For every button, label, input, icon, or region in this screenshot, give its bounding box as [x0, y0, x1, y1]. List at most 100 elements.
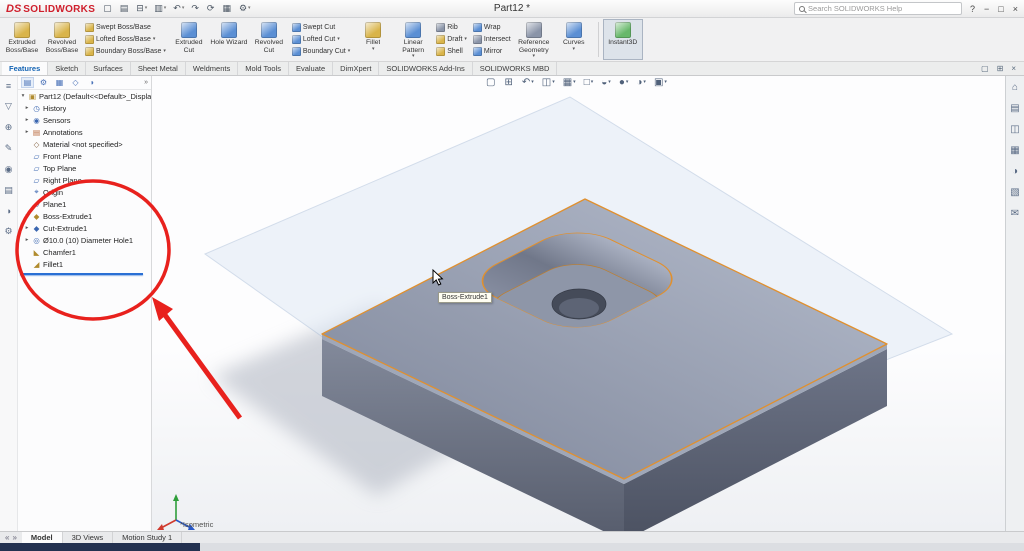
tab-scroll-right-icon[interactable]: » — [12, 533, 16, 542]
dropdown-caret-icon[interactable]: ▾ — [337, 37, 340, 42]
viewport-close-icon[interactable]: × — [1011, 64, 1016, 73]
graphics-viewport[interactable]: ▢ ⊞ ↶ ▾ ◫ ▾ ▦ ▾ □ ▾ ◒ ▾ ● ▾ ◑ ▾ ▣ ▾ Boss-Extrude1 *Isomet… — [152, 76, 1005, 531]
extruded-boss-base-button[interactable]: Extruded Boss/Base — [2, 19, 42, 60]
dropdown-caret-icon[interactable]: ▾ — [163, 49, 166, 54]
boundary-boss-base-button[interactable]: Boundary Boss/Base ▾ — [85, 46, 166, 57]
tab-solidworks-add-ins[interactable]: SOLIDWORKS Add-Ins — [379, 62, 473, 75]
design-library-icon[interactable]: ▤ — [1010, 103, 1019, 114]
curves-button[interactable]: Curves ▾ — [554, 19, 594, 60]
model-scene[interactable] — [152, 76, 1005, 531]
panel-expand-chevron-icon[interactable]: » — [144, 79, 148, 86]
redo-icon[interactable]: ↷ — [191, 3, 200, 14]
file-properties-icon[interactable]: ▦ — [222, 3, 232, 14]
close-button[interactable]: × — [1013, 4, 1018, 14]
expand-arrow-icon[interactable]: ▸ — [24, 237, 30, 243]
tree-item-sensors[interactable]: ▸ ◉ Sensors — [18, 114, 151, 126]
fillet-button[interactable]: Fillet ▾ — [353, 19, 393, 60]
rebuild-icon[interactable]: ⟳ — [207, 3, 216, 14]
appearances-scenes-icon[interactable]: ◑ — [1012, 166, 1018, 177]
zoom-area-icon[interactable]: ⊞ — [504, 77, 513, 88]
tree-item-fillet1[interactable]: ◢ Fillet1 — [18, 258, 151, 270]
view-settings-icon[interactable]: ▣ ▾ — [654, 77, 667, 88]
model-tab[interactable]: Model — [21, 532, 63, 543]
displaymanager-tab[interactable]: ◑ — [85, 77, 98, 88]
dropdown-caret-icon[interactable]: ▾ — [573, 46, 576, 52]
tab-features[interactable]: Features — [2, 62, 49, 75]
tab-evaluate[interactable]: Evaluate — [289, 62, 334, 75]
3d-views-tab[interactable]: 3D Views — [63, 532, 114, 543]
expand-arrow-icon[interactable]: ▸ — [24, 117, 30, 123]
section-view-icon[interactable]: ◫ ▾ — [542, 77, 555, 88]
tab-dimxpert[interactable]: DimXpert — [333, 62, 380, 75]
tree-item-part12[interactable]: ▾ ▣ Part12 (Default<<Default>_Display St… — [18, 90, 151, 102]
minimize-button[interactable]: − — [984, 4, 989, 14]
file-explorer-icon[interactable]: ◫ — [1010, 124, 1019, 135]
dropdown-caret-icon[interactable]: ▾ — [464, 37, 467, 42]
revolved-cut-button[interactable]: Revolved Cut — [249, 19, 289, 60]
lofted-boss-base-button[interactable]: Lofted Boss/Base ▾ — [85, 34, 166, 45]
revolved-boss-base-button[interactable]: Revolved Boss/Base — [42, 19, 82, 60]
lofted-cut-button[interactable]: Lofted Cut ▾ — [291, 34, 350, 45]
tree-item-cut-extrude1[interactable]: ▸ ◆ Cut-Extrude1 — [18, 222, 151, 234]
wrap-button[interactable]: Wrap — [472, 22, 511, 33]
new-file-icon[interactable]: ▢ — [103, 3, 113, 14]
dimxpertmanager-tab[interactable]: ◇ — [69, 77, 82, 88]
restore-button[interactable]: □ — [998, 4, 1003, 14]
options-icon[interactable]: ⚙ ▾ — [239, 3, 251, 14]
expand-arrow-icon[interactable]: ▸ — [24, 213, 30, 219]
tab-sheet-metal[interactable]: Sheet Metal — [131, 62, 186, 75]
linear-pattern-button[interactable]: Linear Pattern ▾ — [393, 19, 433, 60]
tree-item-right-plane[interactable]: ▱ Right Plane — [18, 174, 151, 186]
open-file-icon[interactable]: ▤ — [120, 3, 130, 14]
view-palette-icon[interactable]: ▦ — [1010, 145, 1019, 156]
tab-sketch[interactable]: Sketch — [48, 62, 87, 75]
expand-arrow-icon[interactable]: ▾ — [20, 93, 26, 99]
tree-item-chamfer1[interactable]: ◣ Chamfer1 — [18, 246, 151, 258]
tree-item-diameter-hole1[interactable]: ▸ ◎ Ø10.0 (10) Diameter Hole1 — [18, 234, 151, 246]
swept-boss-base-button[interactable]: Swept Boss/Base — [85, 22, 166, 33]
reference-geometry-button[interactable]: Reference Geometry ▾ — [514, 19, 554, 60]
tab-solidworks-mbd[interactable]: SOLIDWORKS MBD — [473, 62, 558, 75]
dropdown-caret-icon[interactable]: ▾ — [533, 54, 536, 59]
tree-item-top-plane[interactable]: ▱ Top Plane — [18, 162, 151, 174]
view-orientation-icon[interactable]: ▦ ▾ — [563, 77, 576, 88]
tree-item-boss-extrude1[interactable]: ▸ ◆ Boss-Extrude1 — [18, 210, 151, 222]
featuremanager-tab[interactable]: ▤ — [21, 77, 34, 88]
dropdown-caret-icon[interactable]: ▾ — [412, 54, 415, 59]
configurationmanager-tab[interactable]: ▦ — [53, 77, 66, 88]
tree-settings-icon[interactable]: ⚙ — [4, 226, 12, 237]
rib-button[interactable]: Rib — [436, 22, 467, 33]
dropdown-caret-icon[interactable]: ▾ — [153, 37, 156, 42]
display-states-icon[interactable]: ◑ — [6, 206, 11, 216]
tab-weldments[interactable]: Weldments — [186, 62, 239, 75]
tree-item-material[interactable]: ◇ Material <not specified> — [18, 138, 151, 150]
tree-item-origin[interactable]: ⌖ Origin — [18, 186, 151, 198]
search-input[interactable] — [808, 4, 958, 13]
tab-surfaces[interactable]: Surfaces — [86, 62, 131, 75]
mirror-button[interactable]: Mirror — [472, 46, 511, 57]
tree-item-plane1[interactable]: ▱ Plane1 — [18, 198, 151, 210]
expand-arrow-icon[interactable]: ▸ — [24, 129, 30, 135]
draft-button[interactable]: Draft ▾ — [436, 34, 467, 45]
expand-arrow-icon[interactable]: ▸ — [24, 105, 30, 111]
instant3d-button[interactable]: Instant3D — [602, 19, 643, 60]
edit-icon[interactable]: ✎ — [5, 143, 13, 154]
motion-study-tab[interactable]: Motion Study 1 — [113, 532, 183, 543]
filter-icon[interactable]: ▽ — [5, 101, 12, 112]
undo-icon[interactable]: ↶ ▾ — [173, 3, 184, 14]
pin-icon[interactable]: ◉ — [5, 164, 13, 175]
forum-icon[interactable]: ✉ — [1011, 208, 1019, 219]
save-icon[interactable]: ⊟ ▾ — [136, 3, 147, 14]
custom-properties-icon[interactable]: ▧ — [1010, 187, 1019, 198]
boundary-cut-button[interactable]: Boundary Cut ▾ — [291, 46, 350, 57]
swept-cut-button[interactable]: Swept Cut — [291, 22, 350, 33]
hide-show-items-icon[interactable]: ◒ ▾ — [601, 77, 611, 88]
apply-scene-icon[interactable]: ◑ ▾ — [636, 77, 646, 88]
intersect-button[interactable]: Intersect — [472, 34, 511, 45]
hole-wizard-button[interactable]: Hole Wizard — [209, 19, 249, 60]
tree-item-annotations[interactable]: ▸ ▤ Annotations — [18, 126, 151, 138]
expand-tree-icon[interactable]: ⊕ — [5, 122, 13, 133]
expand-arrow-icon[interactable]: ▸ — [24, 225, 30, 231]
resources-icon[interactable]: ⌂ — [1012, 82, 1018, 93]
tree-item-front-plane[interactable]: ▱ Front Plane — [18, 150, 151, 162]
